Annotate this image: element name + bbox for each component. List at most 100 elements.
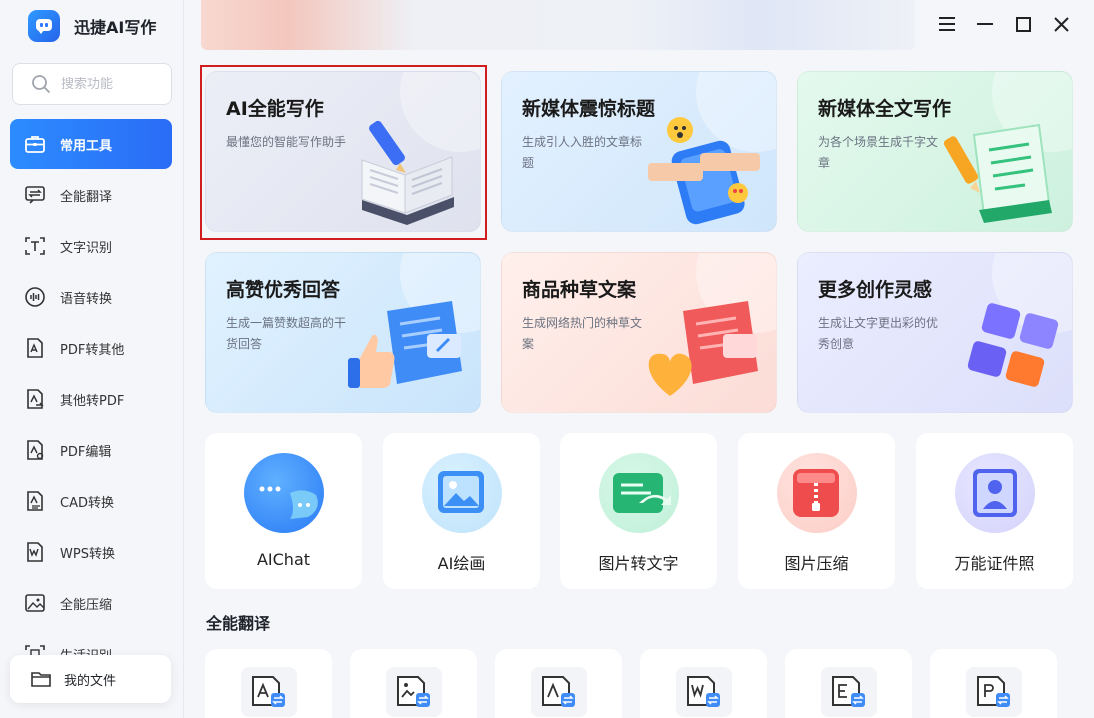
sidebar-nav: 常用工具 全能翻译 文字识别 语音转换 PDF转其他 其他转PDF PDF编辑 … (10, 119, 172, 680)
sidebar-item-label: PDF编辑 (60, 444, 112, 460)
tool-label: 万能证件照 (954, 554, 1035, 573)
card-headline[interactable]: 新媒体震惊标题 生成引人入胜的文章标题 (501, 71, 777, 232)
heart-document-icon (638, 296, 768, 406)
sidebar: 迅捷AI写作 常用工具 全能翻译 文字识别 (0, 0, 184, 718)
excel-translate-icon (821, 667, 877, 717)
document-pen-icon (934, 115, 1064, 225)
sidebar-item-label: 语音转换 (60, 291, 113, 307)
close-button[interactable] (1047, 12, 1075, 36)
card-title: 商品种草文案 (522, 279, 637, 301)
thumbs-up-document-icon (342, 296, 472, 406)
card-title: AI全能写作 (226, 98, 324, 120)
book-pen-icon (342, 115, 472, 225)
voice-icon (24, 286, 46, 308)
chat-bubble-icon (244, 453, 324, 533)
card-ai-writing[interactable]: AI全能写作 最懂您的智能写作助手 (205, 71, 481, 232)
pdf-translate-icon (531, 667, 587, 717)
card-title: 新媒体震惊标题 (522, 98, 656, 120)
word-translate-icon (676, 667, 732, 717)
tool-label: 图片压缩 (784, 554, 849, 573)
sidebar-item-label: 全能压缩 (60, 597, 113, 613)
sidebar-item-common-tools[interactable]: 常用工具 (10, 119, 172, 169)
search-box[interactable] (12, 63, 172, 105)
close-icon (1053, 16, 1069, 32)
translate-tool-image[interactable] (350, 649, 477, 718)
cad-icon (24, 490, 46, 512)
tool-ai-painting[interactable]: AI绘画 (383, 433, 540, 589)
zip-icon (777, 453, 857, 533)
translate-tool-text[interactable] (205, 649, 332, 718)
pdf-convert-icon (24, 337, 46, 359)
search-input[interactable] (61, 76, 161, 92)
minimize-button[interactable] (971, 12, 999, 36)
translate-tool-word[interactable] (640, 649, 767, 718)
menu-button[interactable] (933, 12, 961, 36)
card-desc: 为各个场景生成千字文章 (818, 135, 939, 170)
sidebar-item-label: WPS转换 (60, 546, 115, 562)
minimize-icon (977, 22, 993, 26)
tool-aichat[interactable]: AIChat (205, 433, 362, 589)
maximize-button[interactable] (1009, 12, 1037, 36)
tool-row: AIChat AI绘画 图片转文字 图片压缩 万能证件照 (205, 433, 1073, 589)
card-title: 更多创作灵感 (818, 279, 933, 301)
sidebar-item-to-pdf[interactable]: 其他转PDF (10, 374, 172, 424)
translate-icon (24, 184, 46, 206)
translate-tool-excel[interactable] (785, 649, 912, 718)
sidebar-item-pdf-to-other[interactable]: PDF转其他 (10, 323, 172, 373)
menu-icon (938, 16, 956, 32)
tool-image-compress[interactable]: 图片压缩 (738, 433, 895, 589)
text-recognition-icon (24, 235, 46, 257)
my-files-label: 我的文件 (64, 673, 117, 689)
app-name: 迅捷AI写作 (74, 18, 157, 37)
folder-icon (30, 669, 52, 689)
tool-label: AIChat (256, 550, 311, 569)
compress-icon (24, 592, 46, 614)
card-desc: 生成让文字更出彩的优秀创意 (818, 316, 939, 351)
phone-emoji-icon (638, 115, 768, 225)
translate-tool-pdf[interactable] (495, 649, 622, 718)
sidebar-item-pdf-edit[interactable]: PDF编辑 (10, 425, 172, 475)
sidebar-item-label: 常用工具 (60, 138, 113, 154)
sidebar-item-voice[interactable]: 语音转换 (10, 272, 172, 322)
card-title: 新媒体全文写作 (818, 98, 952, 120)
picture-icon (422, 453, 502, 533)
card-desc: 最懂您的智能写作助手 (226, 135, 347, 149)
sidebar-item-translate[interactable]: 全能翻译 (10, 170, 172, 220)
pdf-edit-icon (24, 439, 46, 461)
card-desc: 生成一篇赞数超高的干货回答 (226, 316, 347, 351)
tool-image-to-text[interactable]: 图片转文字 (560, 433, 717, 589)
id-photo-icon (955, 453, 1035, 533)
card-desc: 生成网络热门的种草文案 (522, 316, 643, 351)
my-files-button[interactable]: 我的文件 (10, 655, 171, 703)
promo-banner[interactable] (201, 0, 915, 50)
translate-tool-ppt[interactable] (930, 649, 1057, 718)
tool-id-photo[interactable]: 万能证件照 (916, 433, 1073, 589)
image-to-text-icon (599, 453, 679, 533)
section-title-translate: 全能翻译 (206, 614, 271, 633)
tool-label: 图片转文字 (598, 554, 679, 573)
brand: 迅捷AI写作 (28, 10, 156, 42)
card-top-answer[interactable]: 高赞优秀回答 生成一篇赞数超高的干货回答 (205, 252, 481, 413)
wps-icon (24, 541, 46, 563)
sidebar-item-wps[interactable]: WPS转换 (10, 527, 172, 577)
card-more-ideas[interactable]: 更多创作灵感 生成让文字更出彩的优秀创意 (797, 252, 1073, 413)
sidebar-item-text-recognition[interactable]: 文字识别 (10, 221, 172, 271)
card-full-article[interactable]: 新媒体全文写作 为各个场景生成千字文章 (797, 71, 1073, 232)
sidebar-item-label: 全能翻译 (60, 189, 113, 205)
sidebar-item-label: PDF转其他 (60, 342, 125, 358)
image-translate-icon (386, 667, 442, 717)
app-logo-icon (28, 10, 60, 42)
search-icon (31, 74, 51, 94)
sidebar-item-compress[interactable]: 全能压缩 (10, 578, 172, 628)
blocks-icon (934, 296, 1064, 406)
sidebar-item-label: 其他转PDF (60, 393, 125, 409)
tool-label: AI绘画 (437, 554, 486, 573)
text-translate-icon (241, 667, 297, 717)
maximize-icon (1015, 16, 1031, 32)
sidebar-item-cad[interactable]: CAD转换 (10, 476, 172, 526)
card-title: 高赞优秀回答 (226, 279, 341, 301)
sidebar-item-label: 文字识别 (60, 240, 113, 256)
sidebar-item-label: CAD转换 (60, 495, 114, 511)
card-product-copy[interactable]: 商品种草文案 生成网络热门的种草文案 (501, 252, 777, 413)
to-pdf-icon (24, 388, 46, 410)
